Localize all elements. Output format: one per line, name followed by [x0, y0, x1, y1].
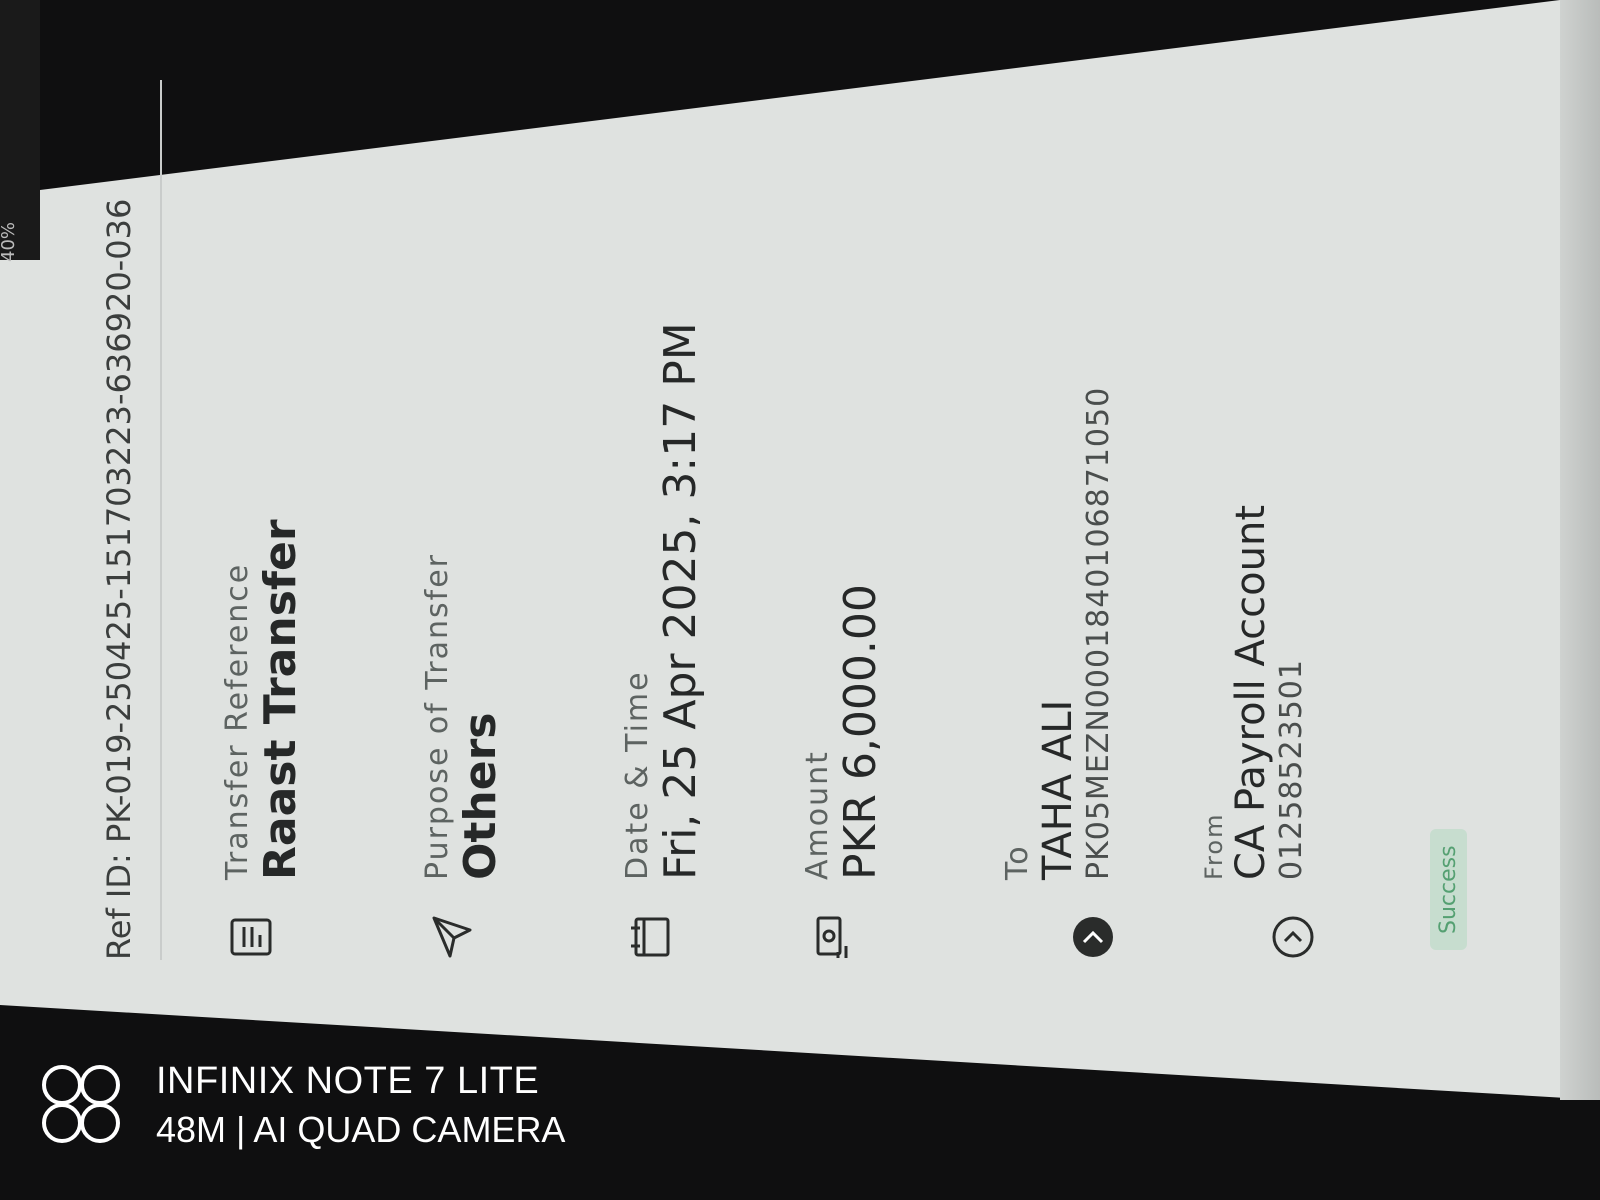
document-icon — [228, 914, 274, 960]
from-label: From — [1200, 812, 1228, 880]
watermark-model: INFINIX NOTE 7 LITE — [156, 1060, 540, 1102]
status-badge: Success — [1430, 829, 1467, 950]
purpose-label: Purpose of Transfer — [420, 552, 455, 880]
to-name: TAHA ALI — [1035, 699, 1081, 880]
battery-level: 40% — [0, 221, 19, 262]
send-plane-icon — [428, 914, 474, 960]
transfer-receipt: Ref ID: PK-019-250425-151703223-636920-0… — [40, 20, 1520, 1020]
from-account: 01258523501 — [1274, 659, 1309, 880]
calendar-icon — [628, 914, 674, 960]
amount-label: Amount — [800, 750, 835, 880]
cash-icon — [808, 914, 854, 960]
datetime-label: Date & Time — [620, 670, 655, 880]
chevron-right-circle-icon — [1270, 914, 1316, 960]
from-name: CA Payroll Account — [1228, 505, 1274, 880]
purpose-value: Others — [455, 712, 506, 881]
to-label: To — [1000, 844, 1035, 880]
camera-logo-icon — [40, 1063, 126, 1149]
watermark-camera: 48M | AI QUAD CAMERA — [156, 1109, 566, 1150]
camera-watermark: INFINIX NOTE 7 LITE 48M | AI QUAD CAMERA — [40, 1060, 565, 1151]
screen-edge — [1560, 0, 1600, 1100]
divider — [160, 80, 162, 960]
ref-id: Ref ID: PK-019-250425-151703223-636920-0… — [100, 198, 138, 960]
chevron-right-filled-circle-icon — [1070, 914, 1116, 960]
transfer-reference-value: Raast Transfer — [255, 519, 306, 880]
status-bar: 40% — [0, 0, 40, 262]
amount-value: PKR 6,000.00 — [835, 584, 886, 880]
datetime-value: Fri, 25 Apr 2025, 3:17 PM — [655, 322, 706, 880]
transfer-reference-label: Transfer Reference — [220, 562, 255, 880]
to-account: PK05MEZN0001840106871050 — [1081, 386, 1116, 880]
